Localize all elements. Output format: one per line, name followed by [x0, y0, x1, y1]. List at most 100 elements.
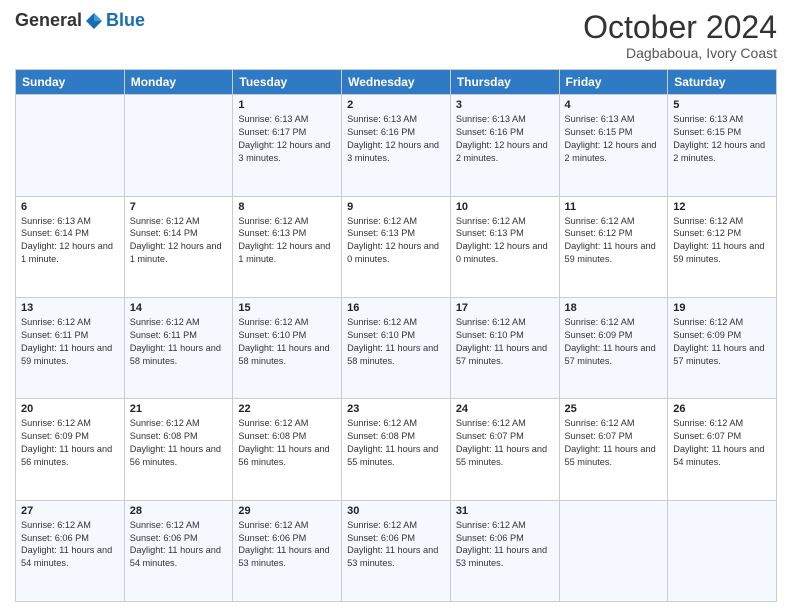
col-friday: Friday: [559, 70, 668, 95]
day-number: 21: [130, 403, 228, 415]
calendar-header-row: Sunday Monday Tuesday Wednesday Thursday…: [16, 70, 777, 95]
day-info: Sunrise: 6:12 AMSunset: 6:13 PMDaylight:…: [456, 216, 548, 265]
col-sunday: Sunday: [16, 70, 125, 95]
day-number: 9: [347, 201, 445, 213]
day-info: Sunrise: 6:12 AMSunset: 6:07 PMDaylight:…: [565, 418, 656, 467]
table-row: 31 Sunrise: 6:12 AMSunset: 6:06 PMDaylig…: [450, 500, 559, 601]
table-row: 20 Sunrise: 6:12 AMSunset: 6:09 PMDaylig…: [16, 399, 125, 500]
day-info: Sunrise: 6:12 AMSunset: 6:07 PMDaylight:…: [673, 418, 764, 467]
day-info: Sunrise: 6:12 AMSunset: 6:07 PMDaylight:…: [456, 418, 547, 467]
day-info: Sunrise: 6:12 AMSunset: 6:06 PMDaylight:…: [456, 520, 547, 569]
day-number: 6: [21, 201, 119, 213]
day-number: 13: [21, 302, 119, 314]
calendar-week-row: 20 Sunrise: 6:12 AMSunset: 6:09 PMDaylig…: [16, 399, 777, 500]
table-row: 17 Sunrise: 6:12 AMSunset: 6:10 PMDaylig…: [450, 297, 559, 398]
day-number: 30: [347, 505, 445, 517]
table-row: 14 Sunrise: 6:12 AMSunset: 6:11 PMDaylig…: [124, 297, 233, 398]
table-row: 21 Sunrise: 6:12 AMSunset: 6:08 PMDaylig…: [124, 399, 233, 500]
day-number: 24: [456, 403, 554, 415]
day-info: Sunrise: 6:13 AMSunset: 6:15 PMDaylight:…: [565, 114, 657, 163]
table-row: [668, 500, 777, 601]
table-row: 3 Sunrise: 6:13 AMSunset: 6:16 PMDayligh…: [450, 95, 559, 196]
day-info: Sunrise: 6:13 AMSunset: 6:16 PMDaylight:…: [347, 114, 439, 163]
day-info: Sunrise: 6:12 AMSunset: 6:08 PMDaylight:…: [347, 418, 438, 467]
page: General Blue October 2024 Dagbaboua, Ivo…: [0, 0, 792, 612]
day-info: Sunrise: 6:12 AMSunset: 6:06 PMDaylight:…: [347, 520, 438, 569]
table-row: 8 Sunrise: 6:12 AMSunset: 6:13 PMDayligh…: [233, 196, 342, 297]
location-title: Dagbaboua, Ivory Coast: [583, 45, 777, 61]
day-info: Sunrise: 6:12 AMSunset: 6:10 PMDaylight:…: [456, 317, 547, 366]
day-info: Sunrise: 6:12 AMSunset: 6:06 PMDaylight:…: [130, 520, 221, 569]
table-row: 2 Sunrise: 6:13 AMSunset: 6:16 PMDayligh…: [342, 95, 451, 196]
col-monday: Monday: [124, 70, 233, 95]
day-info: Sunrise: 6:12 AMSunset: 6:08 PMDaylight:…: [238, 418, 329, 467]
day-info: Sunrise: 6:13 AMSunset: 6:15 PMDaylight:…: [673, 114, 765, 163]
day-number: 15: [238, 302, 336, 314]
day-info: Sunrise: 6:13 AMSunset: 6:14 PMDaylight:…: [21, 216, 113, 265]
day-info: Sunrise: 6:12 AMSunset: 6:09 PMDaylight:…: [565, 317, 656, 366]
day-number: 11: [565, 201, 663, 213]
day-info: Sunrise: 6:12 AMSunset: 6:14 PMDaylight:…: [130, 216, 222, 265]
col-thursday: Thursday: [450, 70, 559, 95]
day-info: Sunrise: 6:12 AMSunset: 6:11 PMDaylight:…: [21, 317, 112, 366]
logo-icon: [84, 11, 104, 31]
day-number: 25: [565, 403, 663, 415]
day-number: 27: [21, 505, 119, 517]
day-number: 20: [21, 403, 119, 415]
day-number: 16: [347, 302, 445, 314]
day-info: Sunrise: 6:12 AMSunset: 6:06 PMDaylight:…: [21, 520, 112, 569]
table-row: 16 Sunrise: 6:12 AMSunset: 6:10 PMDaylig…: [342, 297, 451, 398]
logo-general-text: General: [15, 10, 82, 31]
day-number: 10: [456, 201, 554, 213]
day-info: Sunrise: 6:12 AMSunset: 6:13 PMDaylight:…: [238, 216, 330, 265]
table-row: 30 Sunrise: 6:12 AMSunset: 6:06 PMDaylig…: [342, 500, 451, 601]
table-row: 24 Sunrise: 6:12 AMSunset: 6:07 PMDaylig…: [450, 399, 559, 500]
day-number: 4: [565, 99, 663, 111]
table-row: 9 Sunrise: 6:12 AMSunset: 6:13 PMDayligh…: [342, 196, 451, 297]
day-number: 29: [238, 505, 336, 517]
calendar-week-row: 27 Sunrise: 6:12 AMSunset: 6:06 PMDaylig…: [16, 500, 777, 601]
table-row: [124, 95, 233, 196]
day-number: 17: [456, 302, 554, 314]
col-tuesday: Tuesday: [233, 70, 342, 95]
day-info: Sunrise: 6:12 AMSunset: 6:13 PMDaylight:…: [347, 216, 439, 265]
month-title: October 2024: [583, 10, 777, 45]
table-row: 25 Sunrise: 6:12 AMSunset: 6:07 PMDaylig…: [559, 399, 668, 500]
col-saturday: Saturday: [668, 70, 777, 95]
table-row: 29 Sunrise: 6:12 AMSunset: 6:06 PMDaylig…: [233, 500, 342, 601]
table-row: 23 Sunrise: 6:12 AMSunset: 6:08 PMDaylig…: [342, 399, 451, 500]
day-info: Sunrise: 6:12 AMSunset: 6:11 PMDaylight:…: [130, 317, 221, 366]
day-info: Sunrise: 6:13 AMSunset: 6:17 PMDaylight:…: [238, 114, 330, 163]
calendar-table: Sunday Monday Tuesday Wednesday Thursday…: [15, 69, 777, 602]
table-row: 22 Sunrise: 6:12 AMSunset: 6:08 PMDaylig…: [233, 399, 342, 500]
table-row: [559, 500, 668, 601]
day-info: Sunrise: 6:12 AMSunset: 6:12 PMDaylight:…: [565, 216, 656, 265]
table-row: 11 Sunrise: 6:12 AMSunset: 6:12 PMDaylig…: [559, 196, 668, 297]
table-row: 10 Sunrise: 6:12 AMSunset: 6:13 PMDaylig…: [450, 196, 559, 297]
day-number: 14: [130, 302, 228, 314]
table-row: 27 Sunrise: 6:12 AMSunset: 6:06 PMDaylig…: [16, 500, 125, 601]
day-number: 22: [238, 403, 336, 415]
day-number: 3: [456, 99, 554, 111]
day-info: Sunrise: 6:12 AMSunset: 6:10 PMDaylight:…: [238, 317, 329, 366]
day-number: 26: [673, 403, 771, 415]
day-number: 12: [673, 201, 771, 213]
table-row: 12 Sunrise: 6:12 AMSunset: 6:12 PMDaylig…: [668, 196, 777, 297]
day-info: Sunrise: 6:12 AMSunset: 6:06 PMDaylight:…: [238, 520, 329, 569]
table-row: 13 Sunrise: 6:12 AMSunset: 6:11 PMDaylig…: [16, 297, 125, 398]
table-row: 18 Sunrise: 6:12 AMSunset: 6:09 PMDaylig…: [559, 297, 668, 398]
calendar-week-row: 6 Sunrise: 6:13 AMSunset: 6:14 PMDayligh…: [16, 196, 777, 297]
day-info: Sunrise: 6:12 AMSunset: 6:09 PMDaylight:…: [673, 317, 764, 366]
day-info: Sunrise: 6:12 AMSunset: 6:10 PMDaylight:…: [347, 317, 438, 366]
day-info: Sunrise: 6:12 AMSunset: 6:09 PMDaylight:…: [21, 418, 112, 467]
table-row: 15 Sunrise: 6:12 AMSunset: 6:10 PMDaylig…: [233, 297, 342, 398]
table-row: 28 Sunrise: 6:12 AMSunset: 6:06 PMDaylig…: [124, 500, 233, 601]
table-row: [16, 95, 125, 196]
day-number: 1: [238, 99, 336, 111]
calendar-week-row: 13 Sunrise: 6:12 AMSunset: 6:11 PMDaylig…: [16, 297, 777, 398]
table-row: 26 Sunrise: 6:12 AMSunset: 6:07 PMDaylig…: [668, 399, 777, 500]
day-number: 19: [673, 302, 771, 314]
table-row: 1 Sunrise: 6:13 AMSunset: 6:17 PMDayligh…: [233, 95, 342, 196]
table-row: 19 Sunrise: 6:12 AMSunset: 6:09 PMDaylig…: [668, 297, 777, 398]
day-info: Sunrise: 6:12 AMSunset: 6:08 PMDaylight:…: [130, 418, 221, 467]
